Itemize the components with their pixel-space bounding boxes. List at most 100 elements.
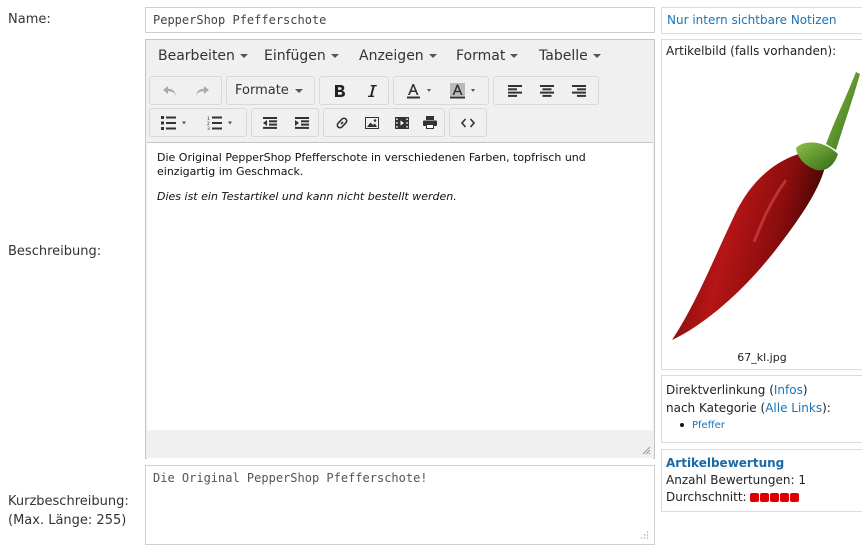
menu-anzeigen[interactable]: Anzeigen bbox=[359, 48, 437, 64]
name-input-value: PepperShop Pfefferschote bbox=[153, 13, 327, 27]
rich-text-editor: Bearbeiten Einfügen Anzeigen Format Tabe… bbox=[145, 39, 655, 468]
chevron-down-icon bbox=[592, 54, 601, 58]
align-right-icon bbox=[572, 84, 586, 97]
menu-einfuegen[interactable]: Einfügen bbox=[264, 48, 339, 64]
chevron-down-icon bbox=[239, 54, 248, 58]
menu-bearbeiten-label: Bearbeiten bbox=[158, 48, 235, 64]
link-icon bbox=[336, 116, 348, 129]
direktverlinkung-line: Direktverlinkung (Infos) bbox=[666, 381, 862, 399]
background-color-icon bbox=[450, 82, 475, 98]
bullet-list-button[interactable] bbox=[154, 110, 198, 135]
bold-icon bbox=[335, 84, 345, 97]
direktverlinkung-panel: Direktverlinkung (Infos) nach Kategorie … bbox=[661, 375, 862, 443]
numbered-list-icon: 123 bbox=[207, 116, 232, 130]
numbered-list-button[interactable]: 123 bbox=[200, 110, 244, 135]
align-left-button[interactable] bbox=[500, 78, 530, 103]
nach-kategorie-line: nach Kategorie (Alle Links): bbox=[666, 399, 862, 417]
align-right-button[interactable] bbox=[564, 78, 594, 103]
menu-format[interactable]: Format bbox=[456, 48, 519, 64]
undo-button[interactable] bbox=[156, 78, 184, 103]
image-icon bbox=[365, 116, 379, 129]
editor-content[interactable]: Die Original PepperShop Pfefferschote in… bbox=[147, 142, 653, 468]
indent-button[interactable] bbox=[288, 110, 316, 135]
bullet-list-icon bbox=[161, 115, 186, 130]
align-center-button[interactable] bbox=[532, 78, 562, 103]
rating-dot-icon bbox=[750, 493, 760, 502]
toolbar-row-2: 123 bbox=[149, 108, 649, 137]
kurzbeschreibung-input[interactable]: Die Original PepperShop Pfefferschote! bbox=[145, 465, 655, 545]
text-color-icon bbox=[407, 83, 431, 98]
alle-links-link[interactable]: Alle Links bbox=[765, 401, 822, 415]
media-icon bbox=[395, 116, 409, 129]
italic-icon bbox=[367, 84, 377, 97]
bewertung-panel: Artikelbewertung Anzahl Bewertungen: 1 D… bbox=[661, 449, 862, 512]
rating-dot-icon bbox=[760, 493, 770, 502]
rating-indicator bbox=[750, 490, 800, 504]
svg-text:3: 3 bbox=[207, 126, 210, 130]
chevron-down-icon bbox=[428, 54, 437, 58]
bewertung-title: Artikelbewertung bbox=[666, 456, 785, 470]
text-style-group bbox=[319, 76, 389, 105]
nach-kategorie-text: nach Kategorie ( bbox=[666, 401, 766, 415]
source-group bbox=[449, 108, 487, 137]
artikelbild-panel: Artikelbild (falls vorhanden): 67_kl.jpg bbox=[661, 39, 862, 370]
outdent-button[interactable] bbox=[256, 110, 284, 135]
max-length-label: (Max. Länge: 255) bbox=[8, 513, 127, 528]
media-button[interactable] bbox=[388, 110, 416, 135]
durchschnitt-label: Durchschnitt: bbox=[666, 490, 747, 504]
pepper-image[interactable] bbox=[666, 62, 862, 344]
bold-button[interactable] bbox=[326, 78, 354, 103]
redo-button[interactable] bbox=[188, 78, 216, 103]
menu-bearbeiten[interactable]: Bearbeiten bbox=[158, 48, 248, 64]
undo-icon bbox=[163, 85, 176, 96]
nach-kategorie-close: ): bbox=[822, 401, 831, 415]
formats-group: Formate bbox=[226, 76, 315, 105]
print-button[interactable] bbox=[416, 110, 444, 135]
history-group bbox=[149, 76, 222, 105]
name-label: Name: bbox=[8, 12, 51, 27]
menu-einfuegen-label: Einfügen bbox=[264, 48, 326, 64]
insert-group bbox=[323, 108, 445, 137]
rating-dot-icon bbox=[770, 493, 780, 502]
italic-button[interactable] bbox=[358, 78, 386, 103]
content-paragraph-2: Dies ist ein Testartikel und kann nicht … bbox=[157, 190, 457, 203]
menu-tabelle[interactable]: Tabelle bbox=[539, 48, 601, 64]
formate-dropdown[interactable]: Formate bbox=[235, 78, 311, 103]
align-left-icon bbox=[508, 84, 522, 97]
kurzbeschreibung-value: Die Original PepperShop Pfefferschote! bbox=[153, 471, 428, 485]
print-icon bbox=[423, 116, 437, 129]
editor-statusbar bbox=[146, 430, 654, 458]
kategorie-pfeffer-link[interactable]: Pfeffer bbox=[692, 420, 725, 431]
textarea-resize-icon[interactable] bbox=[639, 530, 649, 540]
link-button[interactable] bbox=[328, 110, 356, 135]
rating-dot-icon bbox=[780, 493, 790, 502]
source-code-icon bbox=[461, 117, 475, 128]
chevron-down-icon bbox=[510, 54, 519, 58]
content-paragraph-1: Die Original PepperShop Pfefferschote in… bbox=[157, 151, 586, 178]
chevron-down-icon bbox=[294, 88, 303, 93]
rating-dot-icon bbox=[790, 493, 800, 502]
artikelbild-label: Artikelbild (falls vorhanden): bbox=[666, 44, 837, 58]
menu-format-label: Format bbox=[456, 48, 506, 64]
resize-handle-icon[interactable] bbox=[641, 445, 651, 455]
image-filename: 67_kl.jpg bbox=[737, 351, 787, 364]
internal-notes-link[interactable]: Nur intern sichtbare Notizen bbox=[667, 13, 836, 27]
beschreibung-label: Beschreibung: bbox=[8, 244, 102, 259]
editor-menubar: Bearbeiten Einfügen Anzeigen Format Tabe… bbox=[146, 40, 654, 72]
toolbar-row-1: Formate bbox=[149, 76, 649, 105]
image-button[interactable] bbox=[358, 110, 386, 135]
chevron-down-icon bbox=[330, 54, 339, 58]
source-code-button[interactable] bbox=[454, 110, 482, 135]
align-center-icon bbox=[540, 84, 554, 97]
kategorie-list-item: Pfeffer bbox=[666, 417, 862, 435]
background-color-button[interactable] bbox=[444, 78, 486, 103]
notes-panel: Nur intern sichtbare Notizen bbox=[661, 7, 862, 34]
text-color-button[interactable] bbox=[400, 78, 442, 103]
indent-icon bbox=[295, 116, 309, 129]
name-input[interactable]: PepperShop Pfefferschote bbox=[145, 7, 655, 33]
alignment-group bbox=[493, 76, 599, 105]
direktverlinkung-close: ) bbox=[802, 383, 808, 397]
direktverlinkung-text: Direktverlinkung ( bbox=[666, 383, 774, 397]
menu-anzeigen-label: Anzeigen bbox=[359, 48, 424, 64]
infos-link[interactable]: Infos bbox=[774, 383, 803, 397]
